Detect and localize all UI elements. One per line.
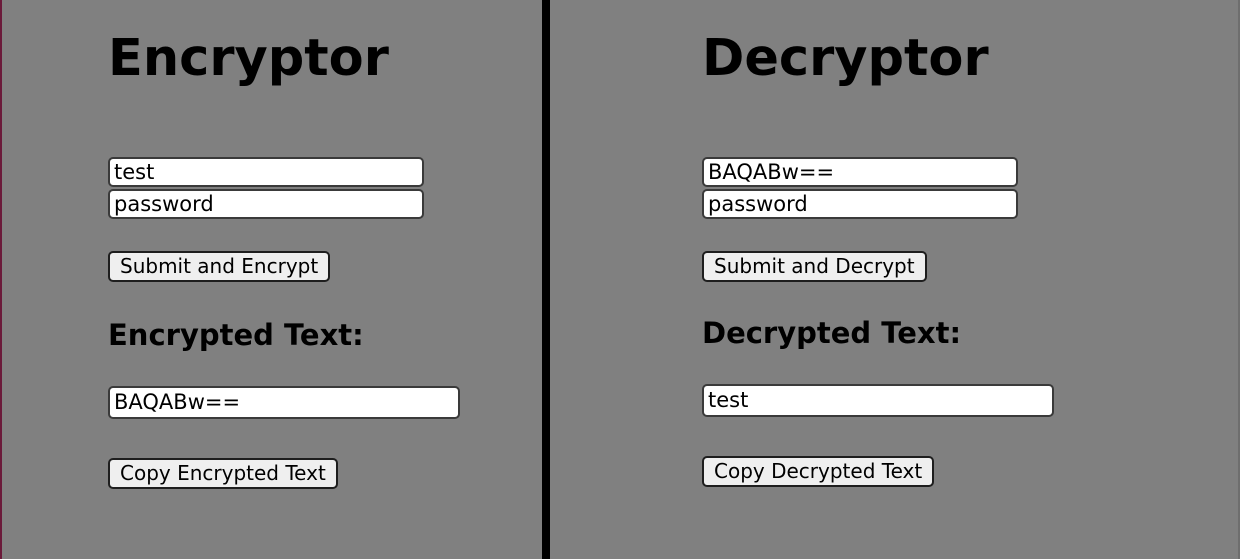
decrypted-text-heading: Decrypted Text: [702,316,962,350]
left-edge [0,0,2,559]
copy-encrypted-button[interactable]: Copy Encrypted Text [108,458,338,489]
encrypted-text-output[interactable]: BAQABw== [108,386,460,419]
panel-divider [542,0,550,559]
encrypted-text-heading: Encrypted Text: [108,318,364,352]
decryptor-title: Decryptor [702,29,989,88]
copy-decrypted-button[interactable]: Copy Decrypted Text [702,456,935,487]
encrypt-password-input[interactable]: password [108,189,424,219]
encrypt-message-input[interactable]: test [108,157,424,187]
decrypt-message-input[interactable]: BAQABw== [702,157,1018,187]
app-window: Encryptor test password Submit and Encry… [0,0,1240,559]
decrypted-text-output[interactable]: test [702,384,1054,417]
submit-decrypt-button[interactable]: Submit and Decrypt [702,251,927,282]
encryptor-title: Encryptor [108,29,389,88]
submit-encrypt-button[interactable]: Submit and Encrypt [108,251,331,282]
decrypt-password-input[interactable]: password [702,189,1018,219]
